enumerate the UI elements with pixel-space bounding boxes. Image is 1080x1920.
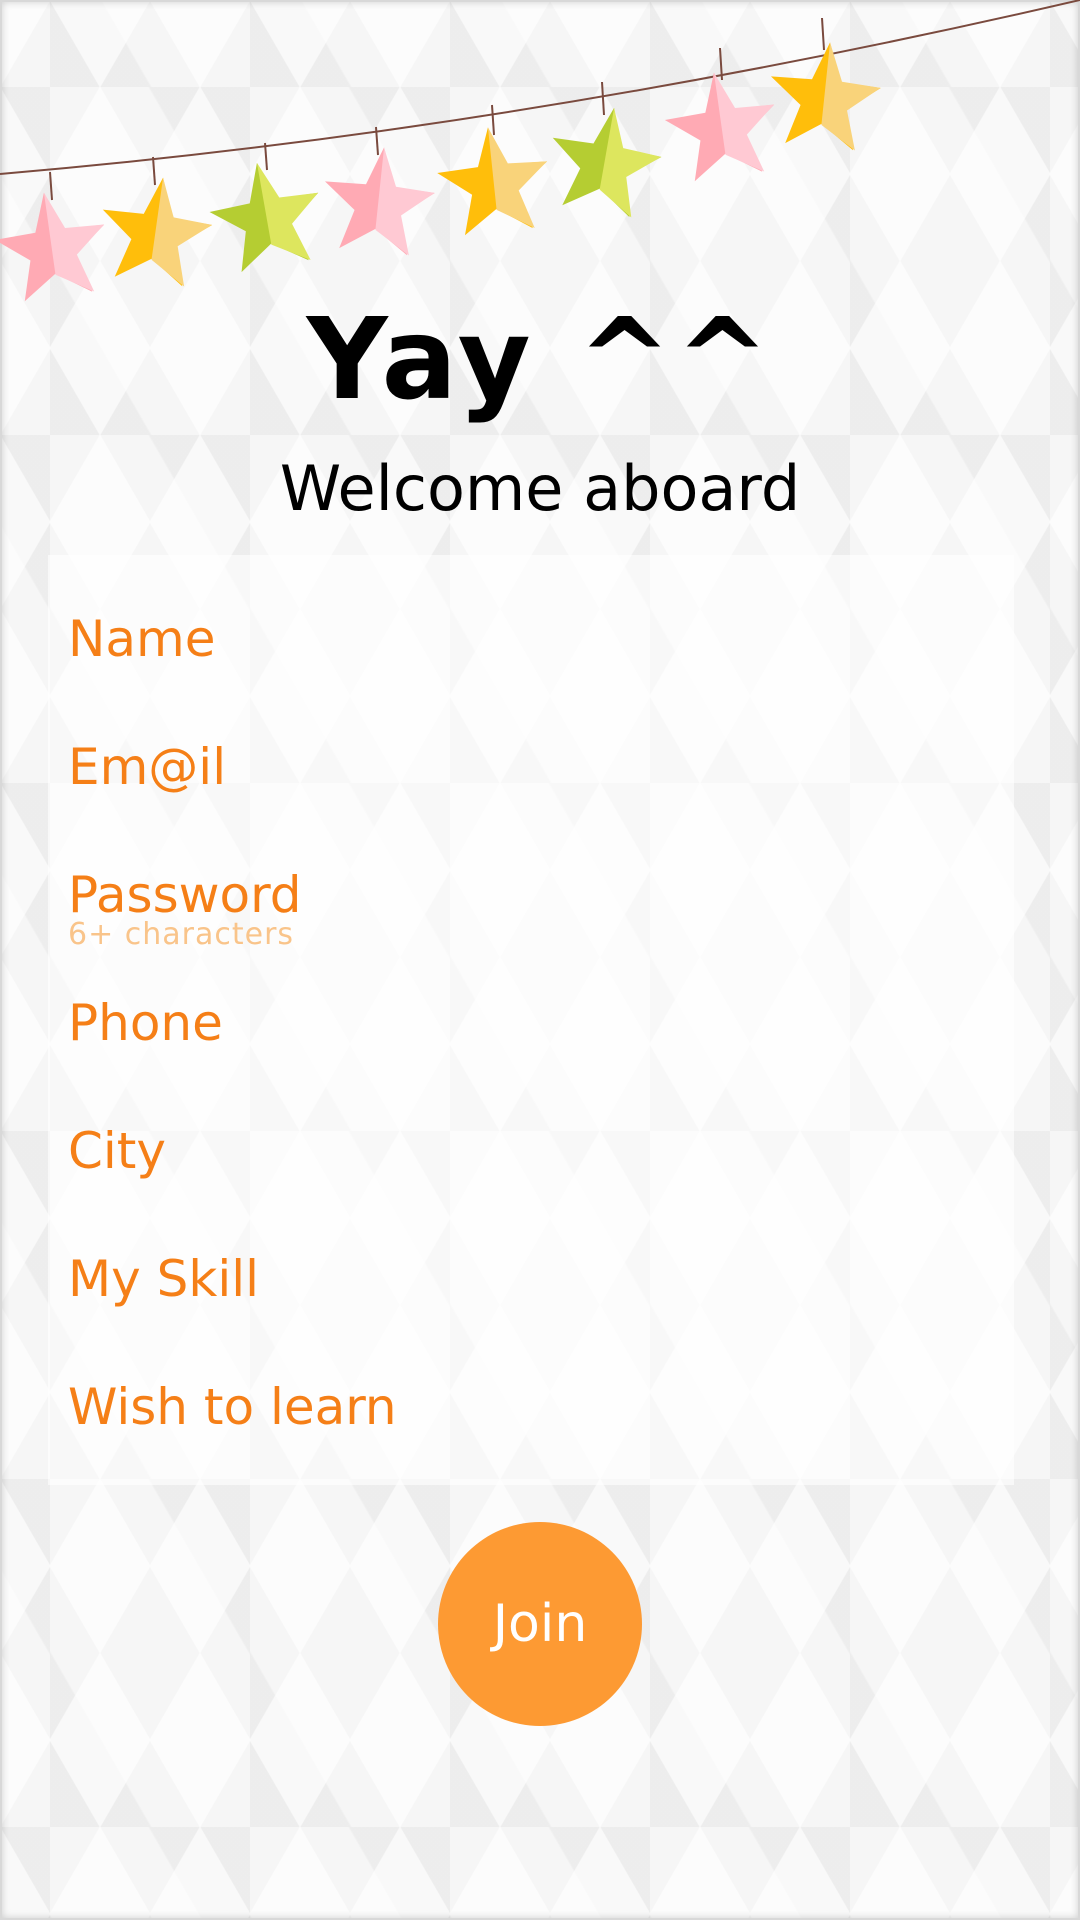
- header: Yay ^^ Welcome aboard: [0, 300, 1080, 524]
- star-pink-icon: [324, 126, 435, 256]
- join-button[interactable]: Join: [438, 1522, 642, 1726]
- password-label: Password: [68, 866, 302, 924]
- city-field[interactable]: City: [68, 1121, 988, 1231]
- phone-field[interactable]: Phone: [68, 993, 988, 1103]
- name-field[interactable]: Name: [68, 609, 988, 719]
- phone-label: Phone: [68, 994, 223, 1052]
- skill-label: My Skill: [68, 1250, 259, 1308]
- join-button-label: Join: [492, 1594, 588, 1654]
- star-yellow-icon: [437, 104, 548, 236]
- star-pink-icon: [664, 47, 775, 182]
- password-field[interactable]: Password 6+ characters: [68, 865, 988, 975]
- page-title: Yay ^^: [306, 295, 774, 425]
- email-label: Em@il: [68, 738, 227, 796]
- star-green-icon: [209, 142, 319, 273]
- signup-form: Name Em@il Password 6+ characters Phone …: [48, 555, 1014, 1485]
- wish-to-learn-label: Wish to learn: [68, 1378, 397, 1436]
- star-pink-icon: [0, 171, 105, 302]
- city-label: City: [68, 1122, 166, 1180]
- skill-field[interactable]: My Skill: [68, 1249, 988, 1359]
- password-hint: 6+ characters: [68, 917, 295, 952]
- star-yellow-icon: [770, 17, 881, 151]
- email-field[interactable]: Em@il: [68, 737, 988, 847]
- name-label: Name: [68, 610, 216, 668]
- bunting-string: [0, 0, 1080, 175]
- star-bunting-decoration: [0, 0, 1080, 302]
- wish-to-learn-field[interactable]: Wish to learn: [68, 1377, 988, 1487]
- star-yellow-icon: [102, 156, 213, 287]
- page-subtitle: Welcome aboard: [279, 452, 801, 525]
